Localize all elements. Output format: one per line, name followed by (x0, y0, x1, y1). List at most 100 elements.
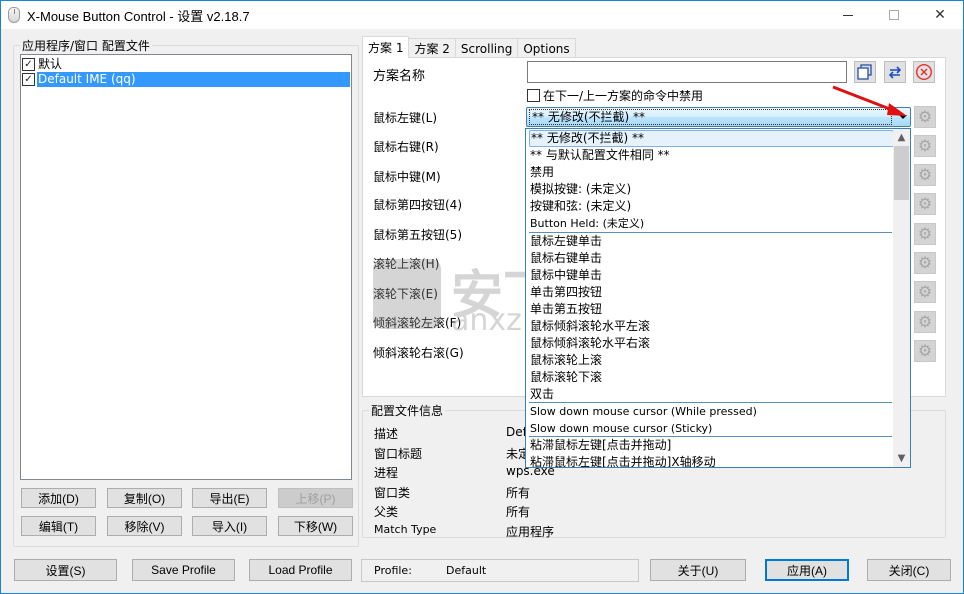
checkbox-box[interactable] (527, 89, 540, 102)
wheel-up-settings[interactable]: ⚙ (914, 252, 936, 274)
info-label-parent-class: 父类 (374, 505, 399, 519)
save-profile-button[interactable]: Save Profile (132, 559, 235, 581)
profile-info-group-label: 配置文件信息 (369, 402, 446, 419)
swap-arrows-icon (888, 66, 902, 79)
tilt-left-settings[interactable]: ⚙ (914, 311, 936, 333)
scroll-up-icon[interactable]: ▲ (893, 129, 910, 146)
scheme-name-label: 方案名称 (373, 69, 426, 84)
dropdown-option[interactable]: 禁用 (529, 164, 894, 181)
dropdown-option[interactable]: 鼠标中键单击 (529, 267, 894, 284)
profile-label: 默认 (38, 57, 63, 71)
profile-list[interactable]: ✓ 默认 ✓ Default IME (qq) (20, 54, 352, 480)
fifth-button-settings[interactable]: ⚙ (914, 223, 936, 245)
about-button[interactable]: 关于(U) (650, 559, 746, 581)
dropdown-option[interactable]: 鼠标左键单击 (529, 233, 894, 250)
move-down-button[interactable]: 下移(W) (278, 516, 353, 536)
info-label-window-title: 窗口标题 (374, 447, 423, 461)
copy-icon (857, 64, 872, 80)
app-window: X-Mouse Button Control - 设置 v2.18.7 ✕ 应用… (0, 0, 964, 594)
dropdown-option[interactable]: Slow down mouse cursor (While pressed) (529, 403, 894, 420)
export-profile-button[interactable]: 导出(E) (192, 488, 267, 508)
minimize-icon (843, 14, 853, 16)
disable-in-scheme-commands-checkbox[interactable]: 在下一/上一方案的命令中禁用 (527, 87, 703, 104)
status-label: Profile: (374, 564, 412, 577)
dropdown-scrollbar[interactable]: ▲ ▼ (893, 129, 910, 467)
profile-checkbox[interactable]: ✓ (22, 58, 35, 71)
maximize-button[interactable] (871, 1, 917, 29)
gear-icon: ⚙ (917, 194, 933, 213)
scroll-down-icon[interactable]: ▼ (893, 450, 910, 467)
button-label-left: 鼠标左键(L) (373, 111, 438, 125)
apply-button[interactable]: 应用(A) (765, 559, 849, 581)
maximize-icon (889, 10, 899, 20)
title-bar: X-Mouse Button Control - 设置 v2.18.7 ✕ (1, 1, 963, 29)
dropdown-option[interactable]: 双击 (529, 386, 894, 403)
profile-item-default[interactable]: ✓ 默认 (22, 57, 63, 72)
gear-icon: ⚙ (917, 253, 933, 272)
copy-scheme-button[interactable] (854, 61, 876, 83)
settings-button[interactable]: 设置(S) (14, 559, 117, 581)
clear-scheme-button[interactable] (913, 61, 935, 83)
dropdown-option[interactable]: 模拟按键: (未定义) (529, 181, 894, 198)
dropdown-option[interactable]: 鼠标右键单击 (529, 250, 894, 267)
dropdown-option[interactable]: 单击第五按钮 (529, 301, 894, 318)
profiles-group-label: 应用程序/窗口 配置文件 (20, 37, 152, 54)
fourth-button-settings[interactable]: ⚙ (914, 193, 936, 215)
button-label-middle: 鼠标中键(M) (373, 170, 441, 184)
dropdown-option[interactable]: Slow down mouse cursor (Sticky) (529, 420, 894, 437)
window-title: X-Mouse Button Control - 设置 v2.18.7 (27, 9, 250, 24)
middle-button-settings[interactable]: ⚙ (914, 164, 936, 186)
profile-checkbox[interactable]: ✓ (22, 73, 35, 86)
button-label-wheel-up: 滚轮上滚(H) (373, 257, 440, 271)
tab-scheme-2[interactable]: 方案 2 (408, 38, 456, 58)
button-label-tilt-left: 倾斜滚轮左滚(F) (373, 316, 462, 330)
dropdown-option[interactable]: Button Held: (未定义) (529, 215, 894, 232)
gear-icon: ⚙ (917, 165, 933, 184)
tab-options[interactable]: Options (517, 38, 576, 58)
close-icon: ✕ (934, 7, 946, 23)
clear-x-circle-icon (915, 63, 933, 81)
import-profile-button[interactable]: 导入(I) (192, 516, 267, 536)
tab-scrolling[interactable]: Scrolling (454, 38, 519, 58)
gear-icon: ⚙ (917, 282, 933, 301)
dropdown-option[interactable]: 鼠标滚轮下滚 (529, 369, 894, 386)
left-button-settings[interactable]: ⚙ (914, 106, 936, 128)
dropdown-option[interactable]: 粘滞鼠标左键[点击并拖动]X轴移动 (529, 454, 894, 467)
button-label-tilt-right: 倾斜滚轮右滚(G) (373, 346, 464, 360)
profile-status-box: Profile: Default (361, 559, 639, 582)
tab-scheme-1[interactable]: 方案 1 (362, 36, 410, 58)
dropdown-option[interactable]: 单击第四按钮 (529, 284, 894, 301)
dropdown-option[interactable]: 鼠标滚轮上滚 (529, 352, 894, 369)
profile-item-default-ime[interactable]: ✓ Default IME (qq) (22, 72, 350, 87)
dropdown-option[interactable]: ** 无修改(不拦截) ** (529, 130, 894, 147)
info-label-process: 进程 (374, 466, 399, 480)
remove-profile-button[interactable]: 移除(V) (107, 516, 182, 536)
dropdown-option[interactable]: 粘滞鼠标左键[点击并拖动] (529, 437, 894, 454)
dropdown-option[interactable]: 鼠标倾斜滚轮水平右滚 (529, 335, 894, 352)
tilt-right-settings[interactable]: ⚙ (914, 340, 936, 362)
button-label-wheel-down: 滚轮下滚(E) (373, 287, 438, 301)
dropdown-option[interactable]: 按键和弦: (未定义) (529, 198, 894, 215)
dropdown-option[interactable]: 鼠标倾斜滚轮水平左滚 (529, 318, 894, 335)
add-profile-button[interactable]: 添加(D) (21, 488, 96, 508)
info-label-description: 描述 (374, 427, 399, 441)
info-value-parent-class: 所有 (506, 505, 531, 519)
close-window-button[interactable]: ✕ (917, 1, 963, 29)
copy-profile-button[interactable]: 复制(O) (107, 488, 182, 508)
swap-scheme-button[interactable] (884, 61, 906, 83)
edit-profile-button[interactable]: 编辑(T) (21, 516, 96, 536)
right-button-settings[interactable]: ⚙ (914, 135, 936, 157)
dropdown-option[interactable]: ** 与默认配置文件相同 ** (529, 147, 894, 164)
scrollbar-thumb[interactable] (894, 146, 909, 200)
close-button[interactable]: 关闭(C) (867, 559, 951, 581)
load-profile-button[interactable]: Load Profile (249, 559, 352, 581)
scheme-name-input[interactable] (527, 61, 847, 83)
wheel-down-settings[interactable]: ⚙ (914, 281, 936, 303)
profile-label: Default IME (qq) (37, 72, 350, 87)
button-label-fifth: 鼠标第五按钮(5) (373, 228, 462, 242)
left-button-action-dropdown-list[interactable]: ** 无修改(不拦截) ** ** 与默认配置文件相同 ** 禁用 模拟按键: … (525, 128, 911, 468)
info-label-match-type: Match Type (374, 523, 437, 536)
move-up-button[interactable]: 上移(P) (278, 488, 353, 508)
minimize-button[interactable] (825, 1, 871, 29)
gear-icon: ⚙ (917, 136, 933, 155)
